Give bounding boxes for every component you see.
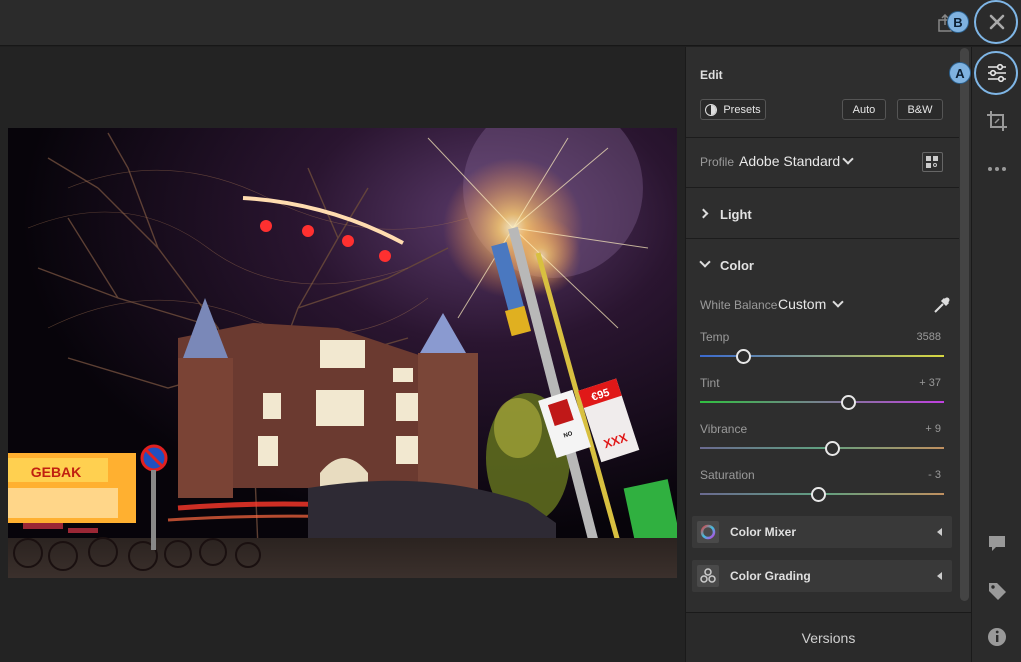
crop-icon[interactable] xyxy=(984,108,1010,134)
saturation-label: Saturation xyxy=(700,468,755,482)
divider xyxy=(686,137,959,138)
photo-preview[interactable]: €95 XXX NO GEBAK xyxy=(8,128,677,578)
color-mixer-panel[interactable]: Color Mixer xyxy=(692,516,952,548)
auto-button[interactable]: Auto xyxy=(842,99,886,120)
close-icon[interactable] xyxy=(984,9,1010,35)
white-balance-dropdown[interactable]: Custom xyxy=(778,296,826,312)
color-section-header[interactable]: Color xyxy=(720,258,754,273)
browse-profiles-icon[interactable] xyxy=(922,152,943,172)
presets-label: Presets xyxy=(723,103,761,116)
vibrance-value[interactable]: + 9 xyxy=(881,423,941,435)
panel-scrollbar[interactable] xyxy=(960,48,969,601)
temp-value[interactable]: 3588 xyxy=(881,331,941,343)
edit-panel-title: Edit xyxy=(700,68,723,82)
profile-dropdown[interactable]: Adobe Standard xyxy=(739,153,840,169)
expand-arrow-icon xyxy=(937,572,942,580)
callout-badge-a: A xyxy=(949,62,971,84)
comment-icon[interactable] xyxy=(984,530,1010,556)
versions-button[interactable]: Versions xyxy=(686,612,971,662)
night-city-photo: €95 XXX NO GEBAK xyxy=(8,128,677,578)
tag-icon[interactable] xyxy=(984,578,1010,604)
kiosk-sign-text: GEBAK xyxy=(31,464,82,480)
expand-arrow-icon xyxy=(937,528,942,536)
color-mixer-label: Color Mixer xyxy=(730,525,797,539)
color-grading-icon xyxy=(697,565,719,587)
edit-sliders-icon[interactable] xyxy=(984,60,1010,86)
temp-label: Temp xyxy=(700,330,730,344)
info-icon[interactable] xyxy=(984,624,1010,650)
color-grading-panel[interactable]: Color Grading xyxy=(692,560,952,592)
divider xyxy=(686,187,959,188)
presets-icon xyxy=(705,103,718,116)
tint-slider-track[interactable] xyxy=(700,401,944,403)
color-mixer-icon xyxy=(697,521,719,543)
white-balance-label: White Balance xyxy=(700,298,778,312)
profile-label: Profile xyxy=(700,155,735,169)
top-bar xyxy=(0,0,1021,46)
tint-value[interactable]: + 37 xyxy=(881,377,941,389)
presets-button[interactable]: Presets xyxy=(700,99,766,120)
vibrance-slider-track[interactable] xyxy=(700,447,944,449)
vibrance-label: Vibrance xyxy=(700,422,748,436)
tint-label: Tint xyxy=(700,376,720,390)
lightroom-app: €95 XXX NO GEBAK Edit Presets Auto B&W P… xyxy=(0,0,1021,662)
saturation-slider-knob[interactable] xyxy=(810,487,826,502)
eyedropper-icon[interactable] xyxy=(932,295,952,315)
bw-button[interactable]: B&W xyxy=(897,99,943,120)
saturation-value[interactable]: - 3 xyxy=(881,469,941,481)
more-icon[interactable] xyxy=(984,156,1010,182)
divider xyxy=(686,238,959,239)
tool-rail xyxy=(971,47,1021,662)
light-section-header[interactable]: Light xyxy=(720,207,752,222)
callout-badge-b: B xyxy=(947,11,969,33)
color-grading-label: Color Grading xyxy=(730,569,811,583)
